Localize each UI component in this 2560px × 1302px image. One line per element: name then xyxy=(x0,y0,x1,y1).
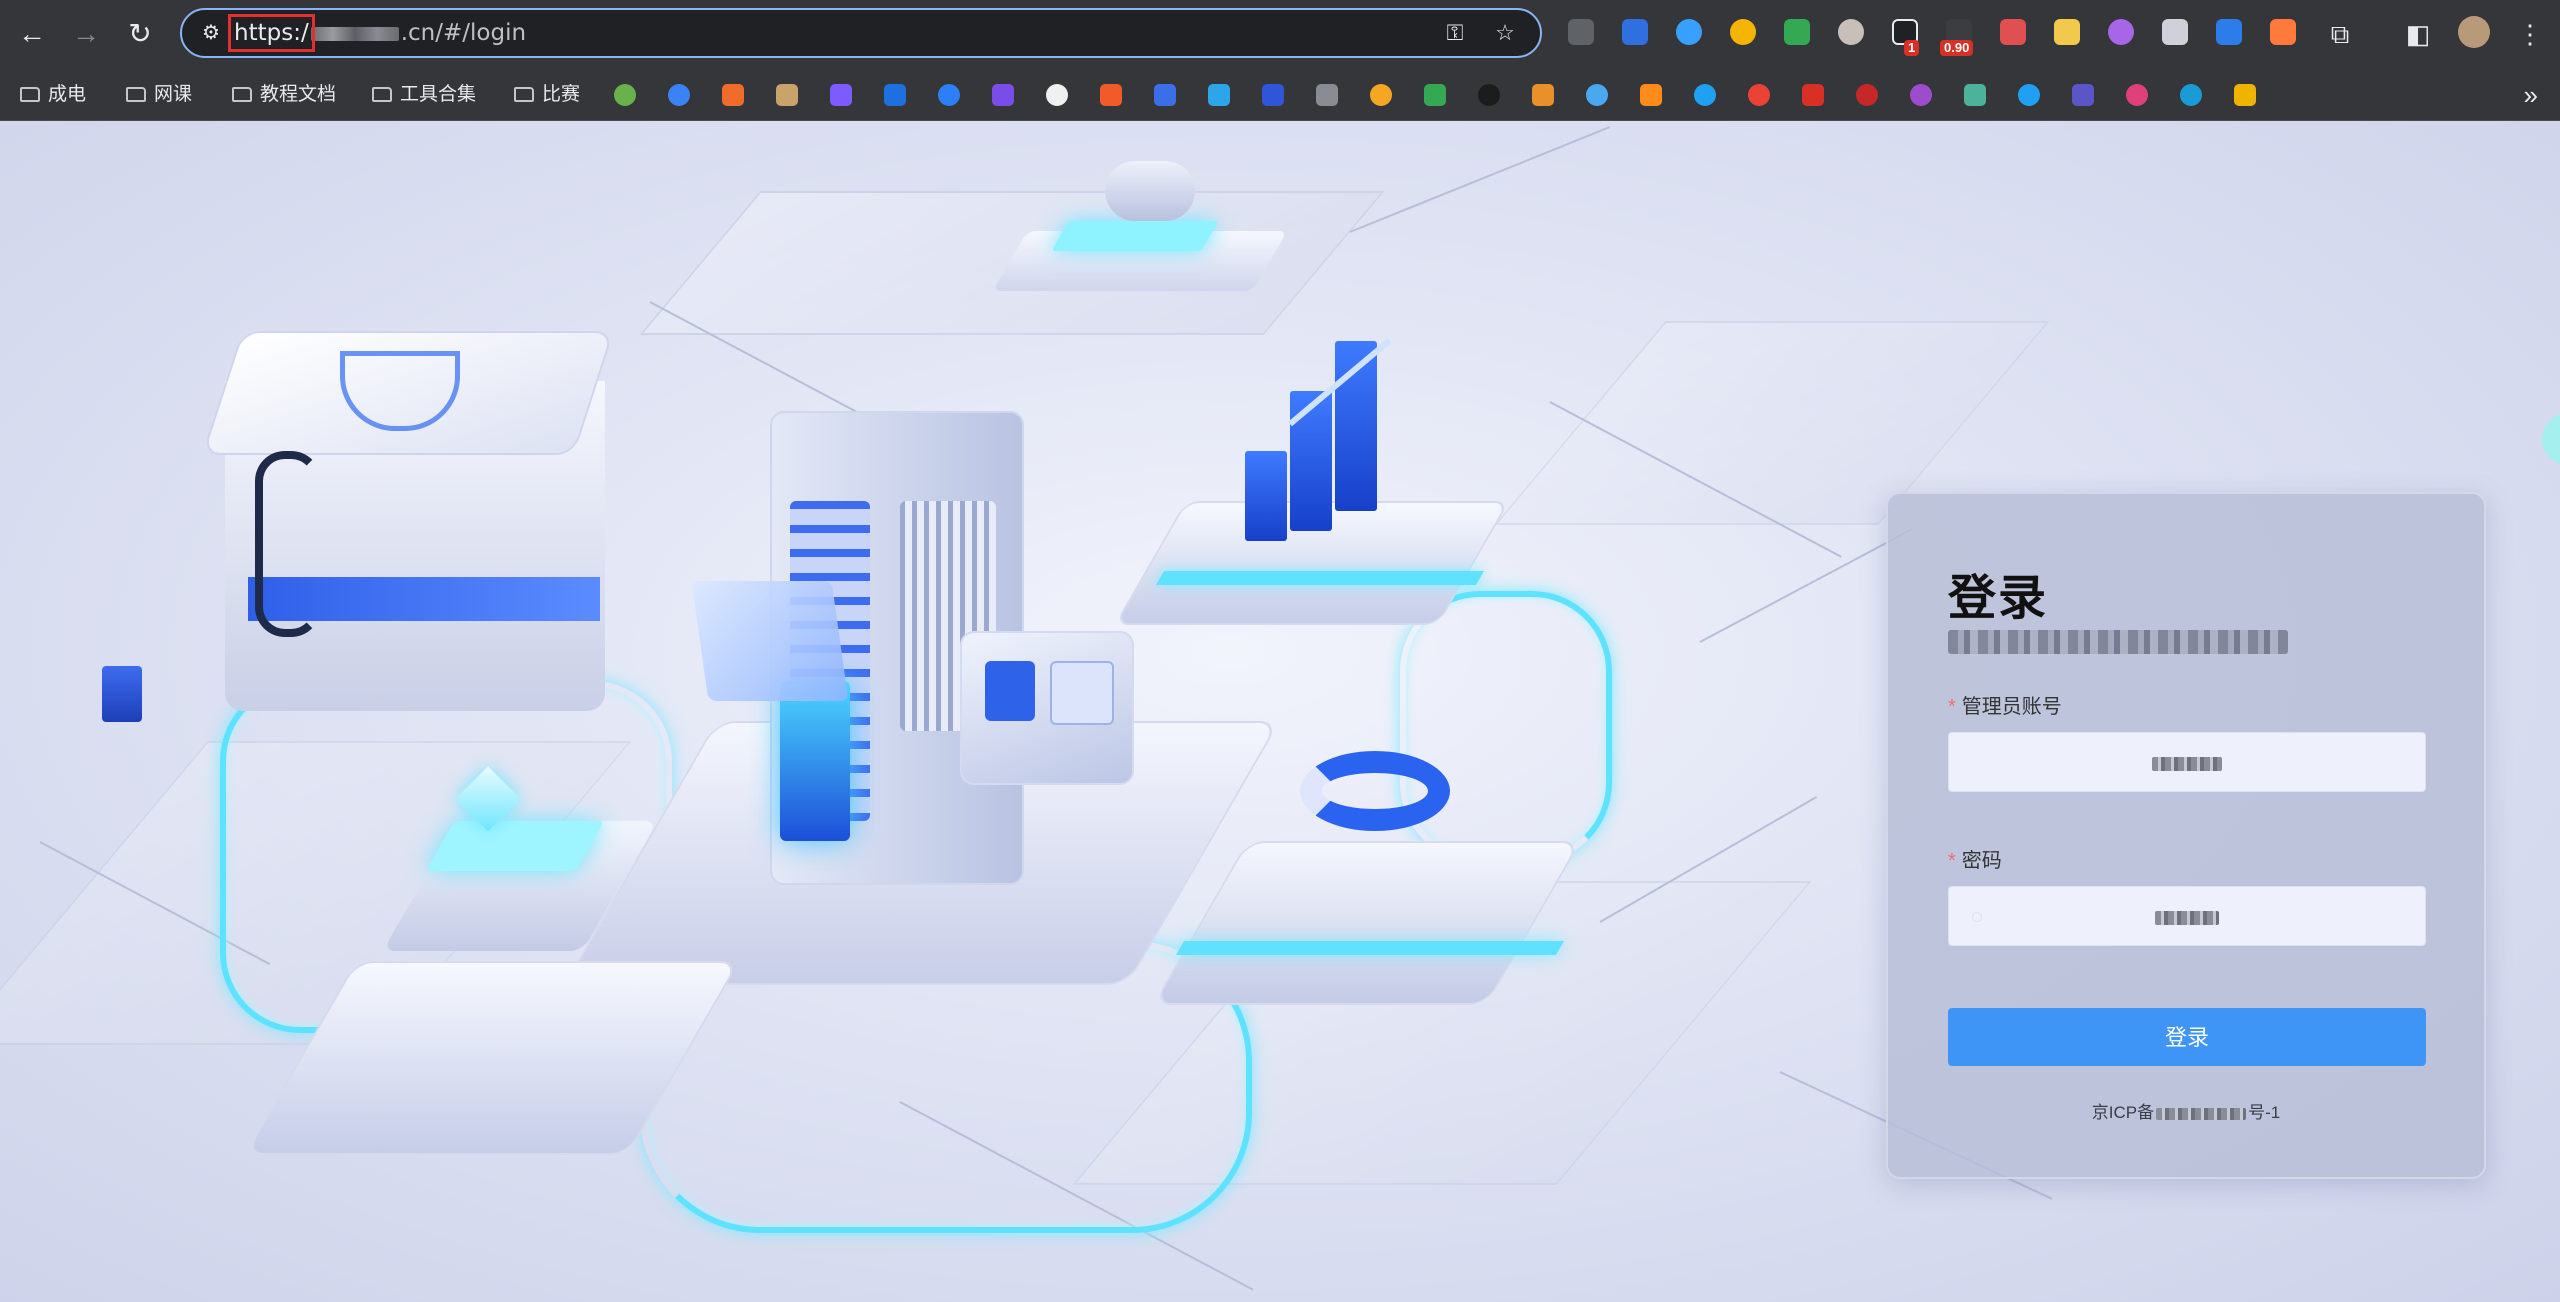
url-scheme: https:/ xyxy=(228,14,315,52)
address-bar[interactable]: ⚙ https:/ .cn/#/login ⚿ ☆ xyxy=(180,8,1542,58)
bookmarks-bar: 成电 网课 教程文档 工具合集 比赛 » xyxy=(0,70,2560,121)
bookmark-sparkle-icon[interactable] xyxy=(830,84,852,106)
bookmark-chatgpt-icon[interactable] xyxy=(614,84,636,106)
bookmark-tool-icon[interactable] xyxy=(1478,84,1500,106)
folder-icon xyxy=(20,87,40,102)
bookmark-folder-chengdian[interactable]: 成电 xyxy=(20,70,86,120)
bookmark-circle-icon[interactable] xyxy=(1910,84,1932,106)
bookmark-qr-icon[interactable] xyxy=(1316,84,1338,106)
required-mark: * xyxy=(1948,850,1956,872)
bookmark-baidu-icon[interactable] xyxy=(1262,84,1284,106)
bookmark-folder-tools[interactable]: 工具合集 xyxy=(372,70,476,120)
bookmark-search-icon[interactable] xyxy=(668,84,690,106)
password-value-masked xyxy=(1949,887,2425,947)
browser-toolbar: ← → ↻ ⚙ https:/.cn/#/login ⚿ ☆ 1 0.90 ⧉ … xyxy=(0,0,2560,70)
word-extension-icon[interactable] xyxy=(2216,19,2242,45)
video-extension-icon[interactable] xyxy=(2000,19,2026,45)
extension-badge-count: 1 xyxy=(1904,40,1920,56)
bookmarks-overflow-icon[interactable]: » xyxy=(2524,70,2538,120)
url-domain-redacted xyxy=(310,26,399,41)
diamond-extension-icon[interactable] xyxy=(1676,19,1702,45)
url-domain-suffix: .cn/#/login xyxy=(400,20,527,46)
bookmark-folder-contests[interactable]: 比赛 xyxy=(514,70,580,120)
shield-extension-icon[interactable] xyxy=(1784,19,1810,45)
side-float-handle[interactable] xyxy=(2542,413,2560,465)
blue-marker-graphic xyxy=(102,666,142,722)
download-extension-icon[interactable] xyxy=(2054,19,2080,45)
password-key-icon[interactable]: ⚿ xyxy=(1440,18,1470,48)
icp-number-redacted xyxy=(2156,1107,2247,1120)
login-title: 登录 xyxy=(1948,572,2049,625)
forward-arrow-icon[interactable]: → xyxy=(66,14,106,54)
bookmark-cube-icon[interactable] xyxy=(1640,84,1662,106)
bookmark-bird-icon[interactable] xyxy=(1694,84,1716,106)
extension-badge-value: 0.90 xyxy=(1940,40,1974,56)
bookmark-link-icon[interactable] xyxy=(1532,84,1554,106)
bookmark-book-icon[interactable] xyxy=(2072,84,2094,106)
account-value-redacted xyxy=(1949,733,2425,793)
bookmark-c2-icon[interactable] xyxy=(2126,84,2148,106)
login-subtitle-redacted xyxy=(1948,630,2288,654)
bookmark-play-icon[interactable] xyxy=(1424,84,1446,106)
bookmark-gmail-icon[interactable] xyxy=(1802,84,1824,106)
extensions-puzzle-icon[interactable]: ⧉ xyxy=(2322,16,2358,52)
bookmark-github-icon[interactable] xyxy=(1046,84,1068,106)
password-input[interactable]: ◌ xyxy=(1948,886,2426,946)
bookmark-folder-wangke[interactable]: 网课 xyxy=(126,70,192,120)
required-mark: * xyxy=(1948,696,1956,718)
pdf-extension-icon[interactable] xyxy=(2162,19,2188,45)
stack-extension-icon[interactable] xyxy=(1622,19,1648,45)
bookmark-box-icon[interactable] xyxy=(884,84,906,106)
password-label: * 密码 xyxy=(1948,850,2002,872)
profile-avatar[interactable] xyxy=(2458,16,2490,48)
folder-icon xyxy=(232,87,252,102)
moon-extension-icon[interactable] xyxy=(2108,19,2134,45)
site-settings-icon[interactable]: ⚙ xyxy=(196,18,226,48)
bookmark-folder-tutorials[interactable]: 教程文档 xyxy=(232,70,336,120)
folder-icon xyxy=(514,87,534,102)
login-page: 登录 * 管理员账号 * 密码 ◌ 登录 京ICP备 号-1 xyxy=(0,121,2560,1302)
flag-extension-icon[interactable] xyxy=(2270,19,2296,45)
owl-extension-icon[interactable] xyxy=(1838,19,1864,45)
bookmark-duck-icon[interactable] xyxy=(1370,84,1392,106)
bookmark-leaf-icon[interactable] xyxy=(1964,84,1986,106)
more-menu-icon[interactable]: ⋮ xyxy=(2512,16,2548,52)
bookmark-layers-icon[interactable] xyxy=(1154,84,1176,106)
bookmark-image-icon[interactable] xyxy=(2234,84,2256,106)
bookmark-bolt-icon[interactable] xyxy=(992,84,1014,106)
login-button[interactable]: 登录 xyxy=(1948,1008,2426,1066)
login-card: 登录 * 管理员账号 * 密码 ◌ 登录 京ICP备 号-1 xyxy=(1886,492,2486,1179)
bookmark-octopus-icon[interactable] xyxy=(1856,84,1878,106)
bookmark-bird2-icon[interactable] xyxy=(2018,84,2040,106)
side-panel-icon[interactable]: ◧ xyxy=(2400,16,2436,52)
copy-extension-icon[interactable] xyxy=(1568,19,1594,45)
bookmark-anthropic-icon[interactable] xyxy=(776,84,798,106)
bookmark-chrome-icon[interactable] xyxy=(1748,84,1770,106)
icp-record[interactable]: 京ICP备 号-1 xyxy=(1888,1098,2484,1123)
account-label: * 管理员账号 xyxy=(1948,696,2062,718)
back-arrow-icon[interactable]: ← xyxy=(12,14,52,54)
bookmark-copilot-icon[interactable] xyxy=(722,84,744,106)
bookmark-infinity-icon[interactable] xyxy=(2180,84,2202,106)
globe-extension-icon[interactable] xyxy=(1730,19,1756,45)
bookmark-bilibili-icon[interactable] xyxy=(1208,84,1230,106)
folder-icon xyxy=(372,87,392,102)
bookmark-star-icon[interactable]: ☆ xyxy=(1490,18,1520,48)
url-text[interactable]: https:/ .cn/#/login xyxy=(228,10,527,56)
folder-icon xyxy=(126,87,146,102)
account-input[interactable] xyxy=(1948,732,2426,792)
bookmark-cloud-icon[interactable] xyxy=(1586,84,1608,106)
bookmark-edge-icon[interactable] xyxy=(938,84,960,106)
bookmark-c-icon[interactable] xyxy=(1100,84,1122,106)
reload-icon[interactable]: ↻ xyxy=(120,14,160,54)
